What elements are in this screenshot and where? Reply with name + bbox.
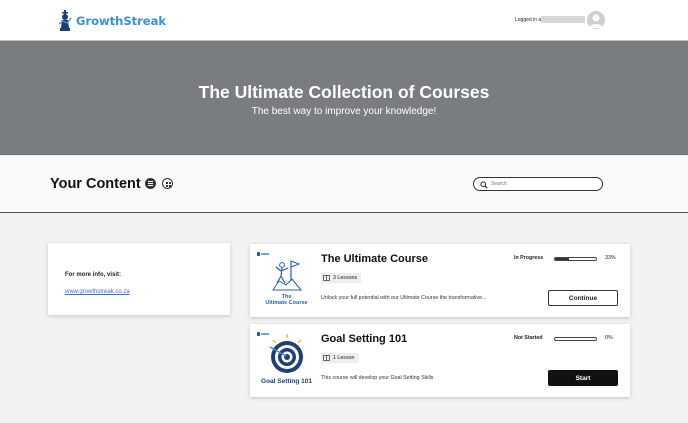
avatar[interactable] — [587, 11, 605, 29]
course-description: This course will develop your Goal Setti… — [321, 375, 434, 381]
course-title[interactable]: Goal Setting 101 — [321, 333, 407, 345]
progress-bar — [554, 337, 597, 341]
course-thumbnail[interactable]: The Ultimate Course — [255, 249, 318, 312]
logged-in-label: Logged in as — [515, 17, 544, 23]
mini-brand-logo-icon — [257, 252, 269, 256]
course-title[interactable]: The Ultimate Course — [321, 253, 428, 265]
status-label: Not Started — [514, 335, 543, 341]
lessons-icon — [323, 355, 330, 361]
content-header: Your Content — [0, 156, 688, 213]
summit-flag-icon — [272, 260, 302, 291]
lessons-badge: 1 Lesson — [321, 353, 359, 363]
lessons-icon — [323, 275, 330, 281]
page-title: Your Content — [50, 176, 141, 192]
target-icon — [269, 334, 303, 373]
list-view-button[interactable] — [145, 178, 156, 189]
progress-percent: 33% — [605, 255, 616, 261]
search-box[interactable] — [473, 177, 603, 191]
course-card[interactable]: Goal Setting 101 Goal Setting 101 1 Less… — [250, 324, 630, 397]
chess-piece-logo-icon — [58, 10, 72, 31]
status-label: In Progress — [514, 255, 544, 261]
grid-icon — [165, 181, 171, 187]
top-bar: GrowthStreak Logged in as — [0, 0, 688, 41]
user-avatar-icon — [589, 14, 603, 28]
course-thumbnail[interactable]: Goal Setting 101 — [255, 329, 318, 392]
hero-subtitle: The best way to improve your knowledge! — [251, 106, 437, 117]
lessons-count: 1 Lesson — [333, 355, 355, 361]
progress-fill — [555, 258, 569, 260]
thumbnail-caption: Goal Setting 101 — [261, 378, 312, 385]
website-link[interactable]: www.growthstreak.co.za — [65, 289, 130, 295]
continue-button[interactable]: Continue — [548, 290, 618, 306]
search-input[interactable] — [491, 179, 591, 189]
list-icon — [148, 181, 153, 186]
lessons-badge: 3 Lessons — [321, 273, 362, 283]
brand-logo[interactable]: GrowthStreak — [58, 10, 166, 32]
lessons-count: 3 Lessons — [333, 275, 358, 281]
progress-bar — [554, 257, 597, 261]
thumbnail-caption-line2: Ultimate Course — [265, 300, 308, 306]
username-redacted — [541, 16, 585, 23]
info-label: For more info, visit: — [65, 272, 122, 278]
progress-percent: 0% — [605, 335, 613, 341]
info-card: For more info, visit: www.growthstreak.c… — [48, 243, 230, 315]
course-description: Unlock your full potential with our Ulti… — [321, 295, 487, 301]
course-card[interactable]: The Ultimate Course The Ultimate Course … — [250, 244, 630, 317]
search-icon — [480, 180, 488, 189]
start-button[interactable]: Start — [548, 370, 618, 386]
hero-banner: The Ultimate Collection of Courses The b… — [0, 41, 688, 155]
grid-view-button[interactable] — [162, 178, 173, 189]
brand-name: GrowthStreak — [76, 14, 166, 28]
hero-title: The Ultimate Collection of Courses — [198, 82, 490, 102]
